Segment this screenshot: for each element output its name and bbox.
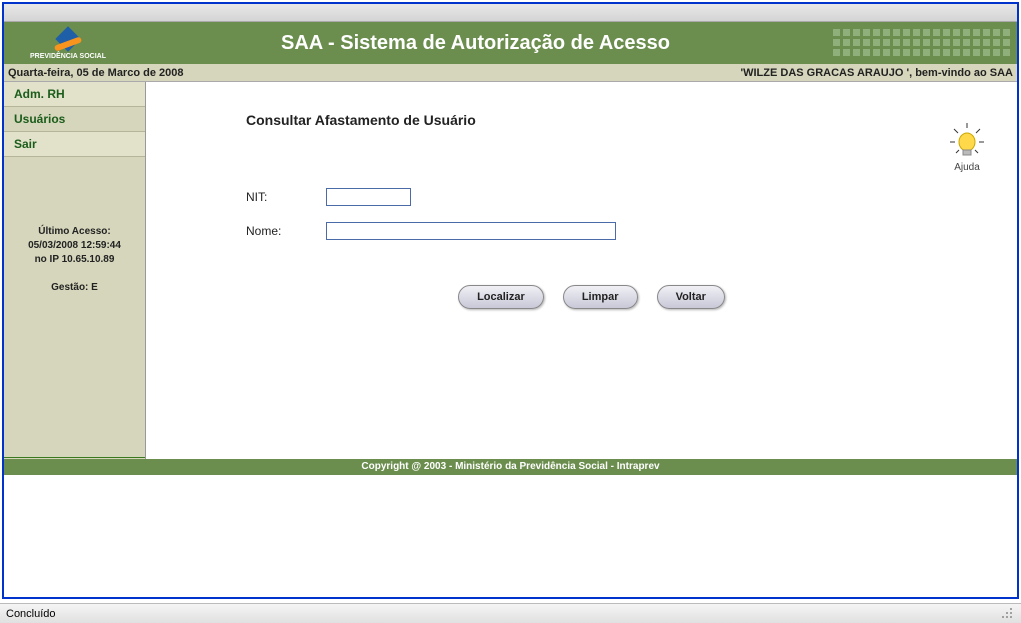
sidebar-item-label: Sair <box>14 137 37 151</box>
sidebar-item-sair[interactable]: Sair <box>4 132 145 157</box>
nome-label: Nome: <box>246 224 326 238</box>
app-header: PREVIDÊNCIA SOCIAL SAA - Sistema de Auto… <box>4 22 1017 64</box>
last-access-ip: no IP 10.65.10.89 <box>8 253 141 267</box>
button-label: Localizar <box>477 291 525 303</box>
resize-grip-icon[interactable] <box>1001 607 1015 621</box>
sidebar-last-access: Último Acesso: 05/03/2008 12:59:44 no IP… <box>4 217 145 303</box>
app-title: SAA - Sistema de Autorização de Acesso <box>124 32 827 55</box>
button-label: Limpar <box>582 291 619 303</box>
sidebar-item-label: Usuários <box>14 112 65 126</box>
nit-label: NIT: <box>246 190 326 204</box>
gestao-value: Gestão: E <box>8 281 141 295</box>
current-date: Quarta-feira, 05 de Marco de 2008 <box>8 67 183 79</box>
info-bar: Quarta-feira, 05 de Marco de 2008 'WILZE… <box>4 64 1017 82</box>
sidebar-item-adm-rh[interactable]: Adm. RH <box>4 82 145 107</box>
nit-input[interactable] <box>326 188 411 206</box>
page-heading: Consultar Afastamento de Usuário <box>246 112 987 128</box>
logo-text: PREVIDÊNCIA SOCIAL <box>30 53 106 60</box>
help-label: Ajuda <box>954 162 980 173</box>
logo-icon <box>50 27 86 51</box>
status-bar: Concluído <box>0 603 1021 623</box>
copyright-text: Copyright @ 2003 - Ministério da Previdê… <box>361 461 659 472</box>
voltar-button[interactable]: Voltar <box>657 285 725 309</box>
sidebar-item-usuarios[interactable]: Usuários <box>4 107 145 132</box>
logo: PREVIDÊNCIA SOCIAL <box>4 22 124 64</box>
welcome-text: 'WILZE DAS GRACAS ARAUJO ', bem-vindo ao… <box>740 67 1013 79</box>
sidebar-item-label: Adm. RH <box>14 87 65 101</box>
footer: Copyright @ 2003 - Ministério da Previdê… <box>4 459 1017 475</box>
last-access-label: Último Acesso: <box>8 225 141 239</box>
header-decoration <box>827 22 1017 64</box>
button-label: Voltar <box>676 291 706 303</box>
nome-input[interactable] <box>326 222 616 240</box>
status-text: Concluído <box>6 608 56 620</box>
sidebar-divider <box>4 457 145 459</box>
lightbulb-icon <box>947 122 987 162</box>
sidebar: Adm. RH Usuários Sair Último Acesso: 05/… <box>4 82 146 459</box>
localizar-button[interactable]: Localizar <box>458 285 544 309</box>
last-access-value: 05/03/2008 12:59:44 <box>8 239 141 253</box>
help-button[interactable]: Ajuda <box>947 122 987 173</box>
main-panel: Consultar Afastamento de Usuário <box>146 82 1017 459</box>
window-top-bar <box>4 4 1017 22</box>
limpar-button[interactable]: Limpar <box>563 285 638 309</box>
